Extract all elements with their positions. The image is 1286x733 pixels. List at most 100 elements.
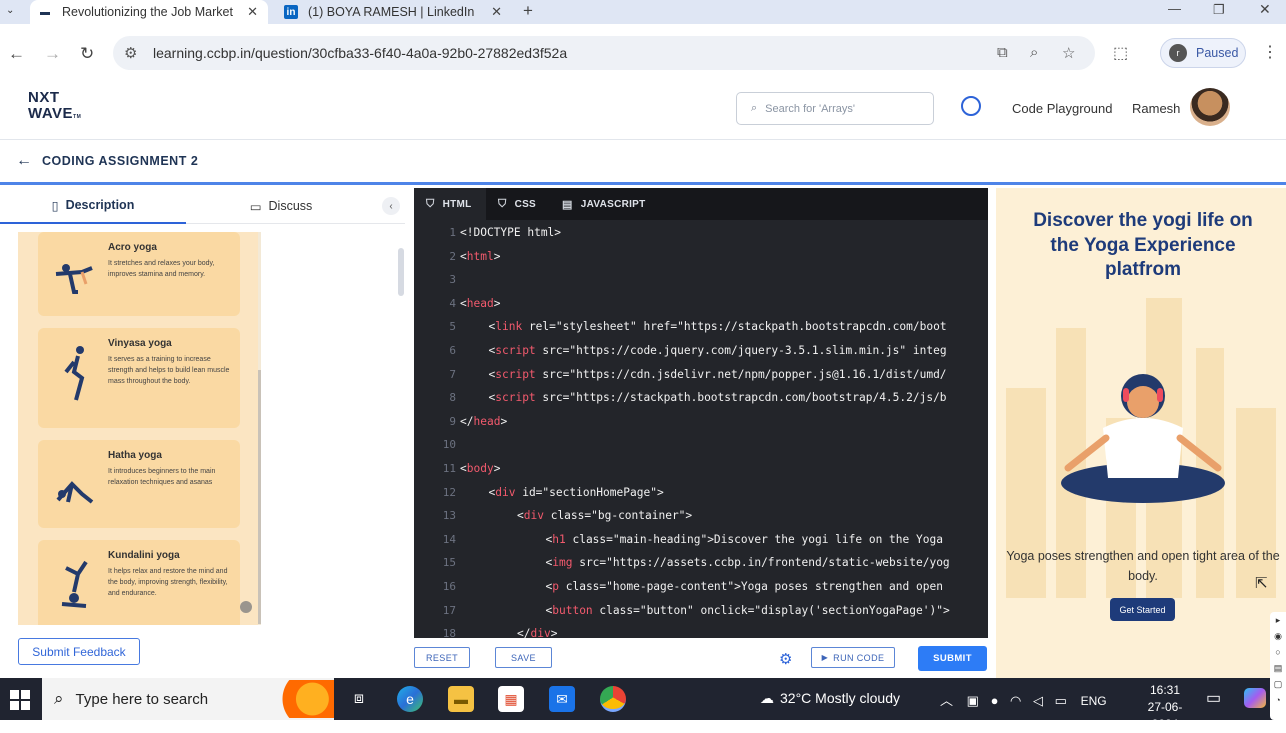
- mail-icon[interactable]: ✉: [549, 686, 575, 712]
- edge-browser-icon[interactable]: e: [397, 686, 423, 712]
- volume-icon[interactable]: ◁: [1033, 693, 1043, 708]
- code-line[interactable]: <script src="https://stackpath.bootstrap…: [460, 391, 985, 404]
- resize-handle[interactable]: [988, 188, 996, 638]
- browser-tab-linkedin[interactable]: in (1) BOYA RAMESH | LinkedIn ✕: [276, 0, 512, 24]
- tab-html[interactable]: ⛉ HTML: [414, 188, 486, 220]
- language-indicator[interactable]: ENG: [1081, 694, 1107, 708]
- notifications-icon[interactable]: ▭: [1206, 688, 1221, 708]
- url-text: learning.ccbp.in/question/30cfba33-6f40-…: [153, 45, 568, 61]
- settings-gear-icon[interactable]: ⚙: [779, 650, 792, 668]
- taskbar-clock[interactable]: 16:31 27-06-2024: [1136, 682, 1194, 733]
- code-token: head: [473, 414, 501, 428]
- code-line[interactable]: <body>: [460, 462, 985, 475]
- battery-icon[interactable]: ▭: [1055, 693, 1067, 708]
- code-line[interactable]: <button class="button" onclick="display(…: [460, 604, 985, 617]
- line-number: 4: [449, 296, 456, 310]
- teams-icon[interactable]: ▣: [967, 693, 979, 708]
- code-playground-link[interactable]: Code Playground: [1012, 101, 1112, 116]
- line-number: 8: [449, 391, 456, 405]
- code-line[interactable]: <div id="sectionHomePage">: [460, 486, 985, 499]
- wifi-icon[interactable]: ◠: [1010, 693, 1021, 708]
- reset-button[interactable]: RESET: [414, 647, 470, 668]
- file-explorer-icon[interactable]: ▬: [448, 686, 474, 712]
- task-view-icon[interactable]: ⧈: [346, 686, 372, 712]
- close-window-icon[interactable]: ✕: [1259, 1, 1271, 18]
- code-line[interactable]: <div class="bg-container">: [460, 509, 985, 522]
- tab-label: Description: [65, 198, 135, 212]
- code-token: <: [517, 509, 524, 523]
- tab-description[interactable]: ▯ Description: [0, 188, 186, 224]
- code-line[interactable]: </head>: [460, 415, 985, 428]
- card-text: It serves as a training to increase stre…: [108, 356, 230, 385]
- submit-feedback-button[interactable]: Submit Feedback: [18, 638, 140, 665]
- card-text: It introduces beginners to the main rela…: [108, 468, 216, 486]
- browser-tab-active[interactable]: ▬ Revolutionizing the Job Market ✕: [30, 0, 268, 24]
- avatar[interactable]: [1190, 88, 1230, 126]
- code-line[interactable]: <script src="https://cdn.jsdelivr.net/np…: [460, 368, 985, 381]
- code-line[interactable]: </div>: [460, 627, 985, 638]
- tab-discuss[interactable]: ▭ Discuss: [186, 188, 376, 224]
- microsoft-store-icon[interactable]: ▦: [498, 686, 524, 712]
- tab-label: Discuss: [268, 199, 313, 213]
- search-input[interactable]: ⌕ Search for 'Arrays': [736, 92, 934, 125]
- code-line[interactable]: <h1 class="main-heading">Discover the yo…: [460, 533, 985, 546]
- code-line[interactable]: <!DOCTYPE html>: [460, 226, 985, 239]
- code-lines[interactable]: 1 <!DOCTYPE html> 2 <html> 3 4 <head> 5 <link re…: [414, 220, 988, 638]
- chrome-icon[interactable]: [600, 686, 626, 712]
- code-line[interactable]: <link rel="stylesheet" href="https://sta…: [460, 320, 985, 333]
- tab-search-icon[interactable]: ⌄: [6, 5, 14, 16]
- code-token: body: [466, 462, 494, 475]
- code-token: script: [495, 391, 536, 405]
- code-line[interactable]: <p class="home-page-content">Yoga poses …: [460, 580, 985, 593]
- js-file-icon: ▤: [562, 198, 573, 211]
- get-started-button[interactable]: Get Started: [1110, 598, 1175, 621]
- back-arrow-icon[interactable]: ←: [16, 152, 32, 170]
- side-toolbar[interactable]: ▸ ◉ ○ ▤ ▢ ◔: [1270, 612, 1286, 720]
- restore-icon[interactable]: ❐: [1213, 2, 1225, 18]
- tab-javascript[interactable]: ▤ JAVASCRIPT: [554, 188, 654, 220]
- forward-icon[interactable]: →: [44, 44, 61, 64]
- user-name[interactable]: Ramesh: [1132, 101, 1180, 116]
- submit-button[interactable]: SUBMIT: [918, 646, 987, 671]
- code-line[interactable]: <img src="https://assets.ccbp.in/fronten…: [460, 556, 985, 569]
- browser-menu-icon[interactable]: ⋮: [1262, 42, 1278, 62]
- new-tab-icon[interactable]: +: [523, 1, 533, 21]
- microphone-icon[interactable]: ●: [991, 693, 999, 708]
- code-token: src=: [535, 344, 570, 357]
- code-line[interactable]: <head>: [460, 297, 985, 310]
- code-token: >: [493, 462, 501, 475]
- chevron-up-icon[interactable]: ︿: [940, 693, 953, 708]
- minimize-icon[interactable]: —: [1168, 1, 1181, 16]
- panel-scrollbar[interactable]: [398, 248, 404, 296]
- close-tab-icon[interactable]: ✕: [491, 4, 502, 20]
- mouse-cursor-icon: ⇱: [1255, 575, 1268, 592]
- profile-button[interactable]: r Paused: [1160, 38, 1246, 68]
- weather-widget[interactable]: ☁ 32°C Mostly cloudy: [760, 690, 900, 707]
- tab-css[interactable]: ⛉ CSS: [490, 188, 550, 220]
- site-info-icon[interactable]: ⚙: [124, 44, 137, 62]
- preview-scrollbar-thumb[interactable]: [258, 370, 261, 624]
- bookmark-star-icon[interactable]: ☆: [1062, 44, 1075, 62]
- code-token: h1: [552, 532, 566, 546]
- code-token: >Yoga poses strengthen and open: [734, 580, 943, 593]
- save-button[interactable]: SAVE: [495, 647, 552, 668]
- windows-start-icon[interactable]: [10, 690, 30, 710]
- address-bar[interactable]: learning.ccbp.in/question/30cfba33-6f40-…: [113, 36, 1095, 70]
- code-line[interactable]: <script src="https://code.jquery.com/jqu…: [460, 344, 985, 357]
- code-line[interactable]: <html>: [460, 250, 985, 263]
- extensions-icon[interactable]: ⬚: [1113, 43, 1128, 63]
- system-tray[interactable]: ︿ ▣ ● ◠ ◁ ▭ ENG: [940, 690, 1107, 709]
- play-icon: ▶: [821, 653, 829, 662]
- scroll-indicator[interactable]: [240, 601, 252, 613]
- collapse-panel-icon[interactable]: ‹: [382, 197, 400, 215]
- zoom-icon[interactable]: ⌕: [1030, 44, 1038, 61]
- back-icon[interactable]: ←: [8, 44, 25, 64]
- reload-icon[interactable]: ↻: [80, 44, 94, 64]
- nxtwave-logo[interactable]: NXT WAVETM: [28, 90, 81, 125]
- open-in-app-icon[interactable]: ⧉: [997, 44, 1008, 61]
- run-code-button[interactable]: ▶ RUN CODE: [811, 647, 895, 668]
- copilot-icon[interactable]: [1244, 688, 1266, 708]
- stopwatch-icon[interactable]: [961, 96, 981, 116]
- hatha-yoga-figure: [56, 481, 94, 504]
- close-tab-icon[interactable]: ✕: [247, 4, 258, 20]
